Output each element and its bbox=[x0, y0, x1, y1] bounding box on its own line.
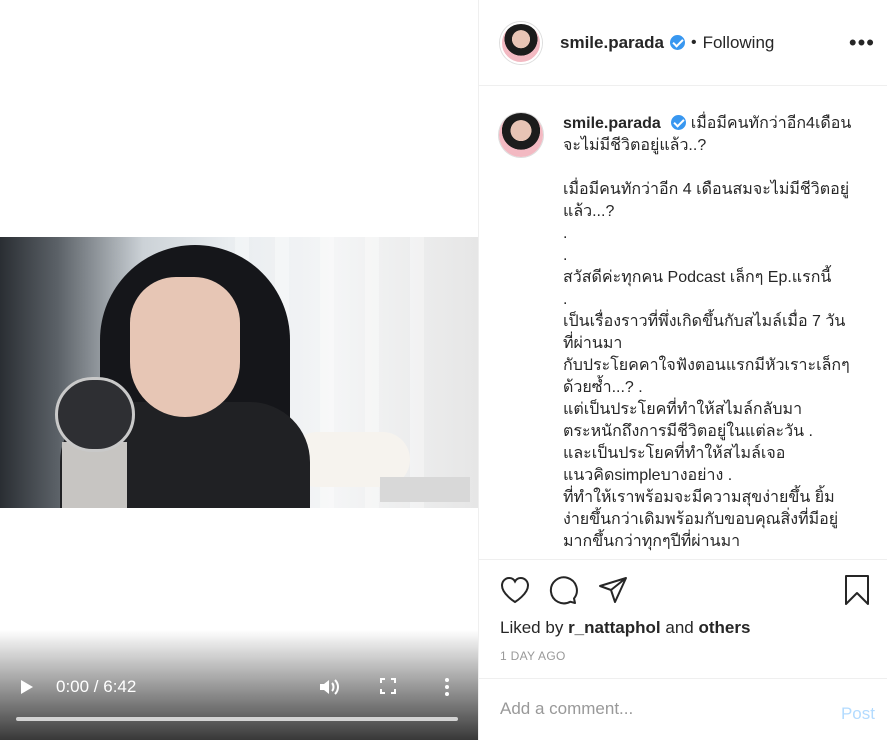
heart-icon[interactable] bbox=[499, 574, 531, 606]
liked-prefix: Liked by bbox=[500, 618, 564, 637]
caption-line: จะไม่มีชีวิตอยู่แล้ว..? bbox=[563, 137, 707, 154]
caption-line: ที่ทำให้เราพร้อมจะมีความสุขง่ายขึ้น ยิ้ม bbox=[563, 489, 835, 506]
caption-line bbox=[563, 157, 863, 179]
video-frame[interactable] bbox=[0, 237, 478, 508]
liked-user[interactable]: r_nattaphol bbox=[568, 618, 661, 637]
microphone bbox=[55, 377, 135, 452]
post-modal: 0:00 / 6:42 smile.parada • Following ••• bbox=[0, 0, 887, 740]
progress-bar[interactable] bbox=[16, 717, 458, 721]
caption-line: . bbox=[563, 291, 568, 308]
caption-line: ที่ผ่านมา bbox=[563, 335, 623, 352]
caption-line: smile.parada เมื่อมีคนทักว่าอีก4เดือน bbox=[563, 113, 863, 135]
person-face bbox=[130, 277, 240, 417]
caption-line: แต่เป็นประโยคที่ทำให้สไมล์กลับมา bbox=[563, 401, 803, 418]
comment-composer: Post bbox=[479, 678, 887, 740]
keyboard bbox=[380, 477, 470, 502]
caption-area: smile.parada เมื่อมีคนทักว่าอีก4เดือน จะ… bbox=[479, 87, 887, 559]
caption-line: . bbox=[563, 247, 568, 264]
fullscreen-icon[interactable] bbox=[380, 678, 396, 694]
caption-line: เมื่อมีคนทักว่าอีก 4 เดือนสมจะไม่มีชีวิต… bbox=[563, 181, 850, 198]
video-pane[interactable]: 0:00 / 6:42 bbox=[0, 0, 478, 740]
bookmark-icon[interactable] bbox=[841, 574, 873, 606]
caption-line: และเป็นประโยคที่ทำให้สไมล์เจอ bbox=[563, 445, 786, 462]
share-icon[interactable] bbox=[597, 574, 629, 606]
avatar[interactable] bbox=[500, 21, 542, 64]
caption-line: กับประโยคคาใจฟังตอนแรกมีหัวเราะเล็กๆ bbox=[563, 357, 850, 374]
header-username[interactable]: smile.parada bbox=[560, 33, 664, 53]
caption-line-text: เมื่อมีคนทักว่าอีก4เดือน bbox=[690, 115, 852, 132]
caption-line: ง่ายขึ้นกว่าเดิมพร้อมกับขอบคุณสิ่งที่มีอ… bbox=[563, 511, 839, 528]
caption-line: สวัสดีค่ะทุกคน Podcast เล็กๆ Ep.แรกนี้ bbox=[563, 269, 832, 286]
verified-badge-icon bbox=[671, 115, 687, 130]
time-display: 0:00 / 6:42 bbox=[56, 677, 137, 696]
curtain-fold bbox=[410, 237, 424, 508]
verified-badge-icon bbox=[669, 35, 685, 50]
comment-icon[interactable] bbox=[547, 574, 579, 606]
liked-others[interactable]: others bbox=[698, 618, 750, 637]
comment-input[interactable] bbox=[500, 699, 800, 719]
caption-line: . bbox=[563, 225, 568, 242]
timestamp[interactable]: 1 DAY AGO bbox=[500, 649, 566, 663]
more-options-icon[interactable] bbox=[444, 678, 450, 696]
post-actions: Liked by r_nattaphol and others 1 DAY AG… bbox=[479, 559, 887, 679]
play-icon[interactable] bbox=[21, 680, 33, 694]
liked-and: and bbox=[665, 618, 694, 637]
caption-line: มากขึ้นกว่าทุกๆปีที่ผ่านมา bbox=[563, 533, 741, 550]
post-header: smile.parada • Following ••• bbox=[479, 0, 887, 86]
caption-line: ตระหนักถึงการมีชีวิตอยู่ในแต่ละวัน . bbox=[563, 423, 813, 440]
caption-line: แนวคิดsimpleบางอย่าง . bbox=[563, 467, 733, 484]
avatar[interactable] bbox=[499, 113, 543, 157]
caption-line: แล้ว...? bbox=[563, 203, 615, 220]
liked-by: Liked by r_nattaphol and others bbox=[500, 618, 750, 638]
caption-text: smile.parada เมื่อมีคนทักว่าอีก4เดือน จะ… bbox=[563, 113, 863, 553]
volume-icon[interactable] bbox=[318, 677, 340, 702]
post-sidebar: smile.parada • Following ••• smile.parad… bbox=[478, 0, 887, 740]
caption-line: ด้วยซ้ำ...? . bbox=[563, 379, 643, 396]
caption-username[interactable]: smile.parada bbox=[563, 115, 661, 132]
caption-row: smile.parada เมื่อมีคนทักว่าอีก4เดือน จะ… bbox=[499, 113, 867, 553]
caption-line: เป็นเรื่องราวที่พึ่งเกิดขึ้นกับสไมล์เมื่… bbox=[563, 313, 846, 330]
more-options-icon[interactable]: ••• bbox=[849, 30, 875, 56]
following-button[interactable]: Following bbox=[703, 33, 775, 53]
post-button[interactable]: Post bbox=[841, 704, 875, 724]
separator: • bbox=[690, 33, 697, 51]
